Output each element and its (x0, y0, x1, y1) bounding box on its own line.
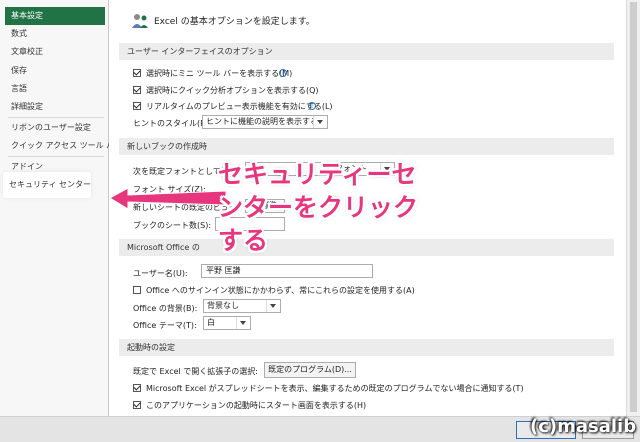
live-preview-checkbox[interactable] (133, 102, 141, 110)
sidebar-item-trust-center[interactable]: セキュリティ センター (3, 172, 91, 198)
live-preview-label: リアルタイムのプレビュー表示機能を有効にする(L) (146, 102, 333, 111)
tooltip-style-value: ヒントに機能の説明を表示する (206, 117, 318, 126)
options-people-icon (132, 14, 148, 28)
info-icon[interactable]: i (308, 102, 316, 110)
vertical-scrollbar[interactable] (626, 0, 640, 416)
chevron-down-icon (236, 317, 250, 329)
section-header-new-workbook: 新しいブックの作成時 (119, 138, 614, 155)
chevron-down-icon (266, 300, 280, 312)
office-background-label: Office の背景(B): (133, 304, 198, 313)
sidebar-item-customize-ribbon[interactable]: リボンのユーザー設定 (5, 119, 105, 137)
user-name-input[interactable]: 平野 匡謙 (201, 264, 373, 278)
mini-toolbar-label: 選択時にミニ ツール バーを表示する(M) (146, 69, 293, 78)
mini-toolbar-checkbox[interactable] (133, 69, 141, 77)
user-name-value: 平野 匡謙 (206, 266, 241, 275)
scrollbar-thumb[interactable] (630, 2, 637, 412)
default-programs-button[interactable]: 既定のプログラム(D)... (264, 362, 356, 378)
quick-analysis-checkbox[interactable] (133, 86, 141, 94)
sidebar-item-proofing[interactable]: 文章校正 (5, 43, 105, 61)
start-screen-checkbox[interactable] (133, 401, 141, 409)
office-background-value: 背景なし (207, 301, 239, 310)
sidebar-item-general[interactable]: 基本設定 (5, 7, 105, 25)
always-use-settings-label: Office へのサインイン状態にかかわらず、常にこれらの設定を使用する(A) (146, 286, 415, 295)
office-background-select[interactable]: 背景なし (203, 299, 281, 313)
user-name-label: ユーザー名(U): (133, 269, 188, 278)
office-theme-value: 白 (207, 318, 215, 327)
notify-default-checkbox[interactable] (133, 384, 141, 392)
tooltip-style-select[interactable]: ヒントに機能の説明を表示する (202, 115, 328, 129)
sidebar-divider (8, 117, 104, 118)
always-use-settings-checkbox[interactable] (133, 286, 141, 294)
sidebar-item-save[interactable]: 保存 (5, 62, 105, 80)
sidebar-item-quick-access-toolbar[interactable]: クイック アクセス ツール バー (5, 137, 122, 155)
tooltip-style-label: ヒントのスタイル(R): (133, 119, 212, 128)
sidebar-item-language[interactable]: 言語 (5, 80, 105, 98)
sheet-count-label: ブックのシート数(S): (133, 221, 212, 230)
copyright-watermark: (c)masalib (530, 416, 637, 437)
section-header-ui-options: ユーザー インターフェイスのオプション (119, 43, 614, 60)
sidebar-divider (8, 156, 104, 157)
office-theme-select[interactable]: 白 (203, 316, 251, 330)
quick-analysis-label: 選択時にクイック分析オプションを表示する(Q) (146, 86, 319, 95)
start-screen-label: このアプリケーションの起動時にスタート画面を表示する(H) (146, 401, 367, 410)
office-theme-label: Office テーマ(T): (133, 321, 197, 330)
options-sidebar: 基本設定 数式 文章校正 保存 言語 詳細設定 リボンのユーザー設定 クイック … (0, 0, 122, 416)
extensions-label: 既定で Excel で開く拡張子の選択: (133, 367, 258, 376)
sidebar-item-advanced[interactable]: 詳細設定 (5, 98, 105, 116)
info-icon[interactable]: i (279, 69, 287, 77)
sidebar-item-formulas[interactable]: 数式 (5, 25, 105, 43)
notify-default-label: Microsoft Excel がスプレッドシートを表示、編集するための既定のプ… (146, 384, 524, 393)
page-intro: Excel の基本オプションを設定します。 (154, 17, 315, 27)
section-header-startup: 起動時の設定 (119, 339, 614, 356)
annotation-callout: セキュリティーセンターをクリックする (218, 160, 419, 255)
chevron-down-icon (313, 116, 327, 128)
